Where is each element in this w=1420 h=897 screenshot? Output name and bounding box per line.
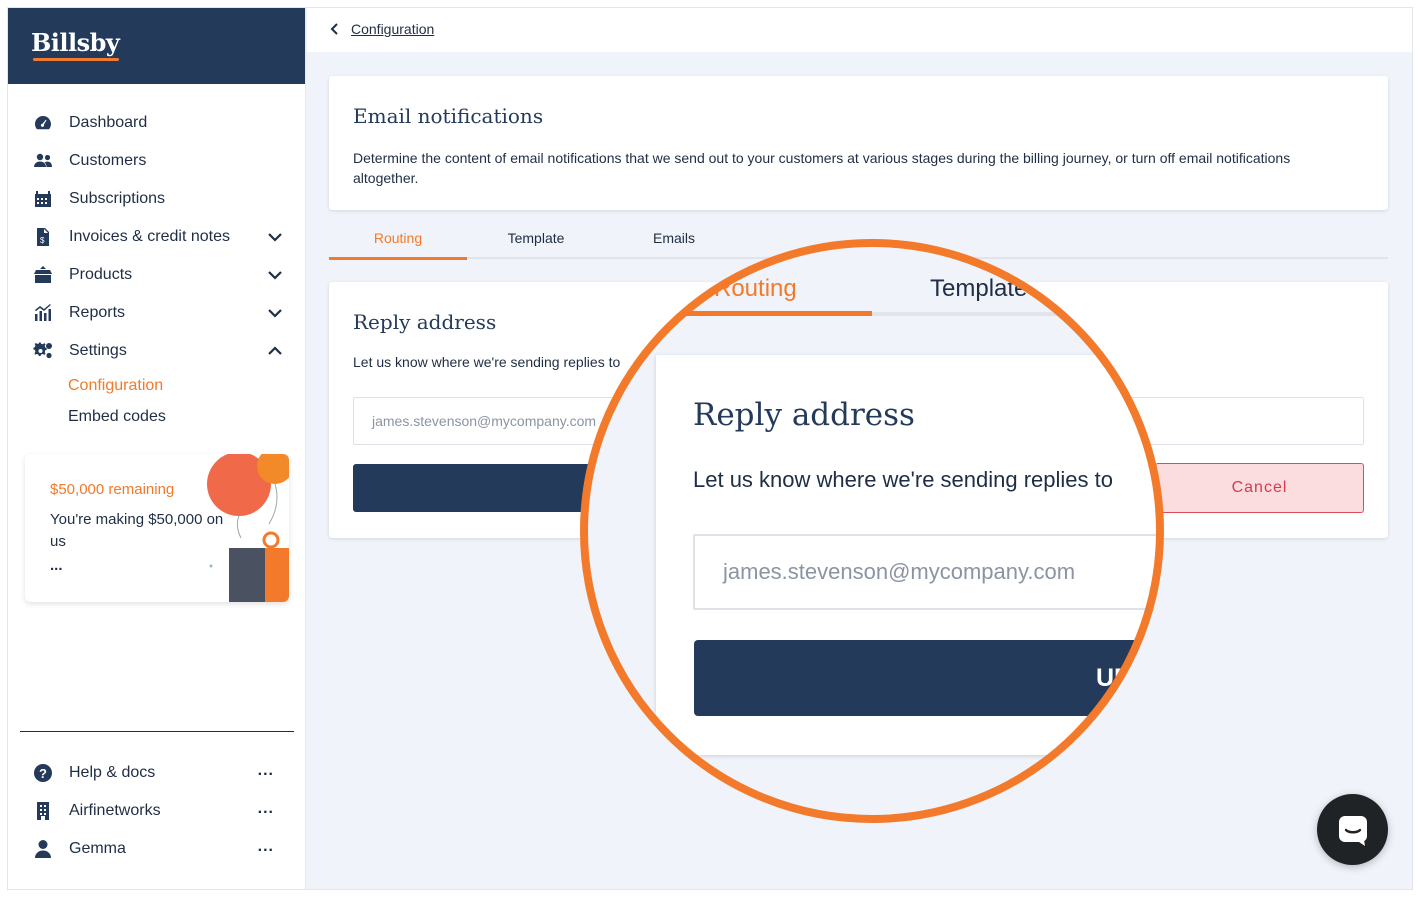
reports-icon <box>32 302 54 324</box>
zoomed-reply-address-input: james.stevenson@mycompany.com <box>693 534 1160 610</box>
section-description: Let us know where we're sending replies … <box>353 354 621 370</box>
svg-text:?: ? <box>39 766 47 781</box>
tab-routing[interactable]: Routing <box>329 230 467 246</box>
sidebar-item-label: Settings <box>69 342 127 359</box>
section-title: Reply address <box>353 310 497 334</box>
sidebar-item-label: Airfinetworks <box>69 802 161 819</box>
zoomed-section-description: Let us know where we're sending replies … <box>693 467 1113 492</box>
promo-card[interactable]: $50,000 remaining You're making $50,000 … <box>25 454 289 602</box>
products-icon <box>32 264 54 286</box>
zoomed-update-button: UP <box>694 640 1160 716</box>
sidebar-item-label: Subscriptions <box>69 190 166 207</box>
sidebar-item-company[interactable]: Airfinetworks ... <box>8 792 306 830</box>
cancel-button[interactable]: Cancel <box>1155 463 1364 513</box>
dashboard-icon <box>32 112 54 134</box>
sidebar-footer: ? Help & docs ... Airfinetworks ... Gemm… <box>8 754 306 868</box>
sidebar-item-label: Dashboard <box>69 114 148 131</box>
more-options-icon[interactable]: ... <box>258 838 274 856</box>
magnifier-lens: Routing Template Reply address Let us kn… <box>584 243 1160 819</box>
calendar-icon <box>32 188 54 210</box>
sidebar-subitem-configuration[interactable]: Configuration <box>8 370 306 401</box>
svg-text:$: $ <box>40 236 45 245</box>
tab-active-indicator <box>329 257 467 260</box>
top-bar: Configuration <box>307 8 1412 52</box>
zoomed-tab-routing: Routing <box>714 275 797 302</box>
zoomed-tab-template: Template <box>930 275 1028 302</box>
breadcrumb[interactable]: Configuration <box>351 21 434 37</box>
app-window: Billsby Dashboard Customers Subscription… <box>8 8 1412 889</box>
building-icon <box>32 800 54 822</box>
chevron-down-icon[interactable] <box>266 228 284 246</box>
sidebar-item-help[interactable]: ? Help & docs ... <box>8 754 306 792</box>
chevron-down-icon[interactable] <box>266 266 284 284</box>
back-link[interactable]: Configuration <box>329 21 434 37</box>
gears-icon <box>32 340 54 362</box>
chat-launcher-button[interactable] <box>1317 794 1388 865</box>
more-options-icon[interactable]: ... <box>258 800 274 818</box>
balloons-gift-illustration <box>207 454 289 602</box>
sidebar-item-settings[interactable]: Settings <box>8 332 306 370</box>
zoomed-tab-active-indicator <box>680 311 872 316</box>
sidebar-item-reports[interactable]: Reports <box>8 294 306 332</box>
zoomed-reply-card: Reply address Let us know where we're se… <box>656 355 1160 755</box>
sidebar-item-products[interactable]: Products <box>8 256 306 294</box>
brand-header: Billsby <box>8 8 305 84</box>
sidebar-item-label: Gemma <box>69 840 126 857</box>
sidebar-item-label: Invoices & credit notes <box>69 228 230 245</box>
help-icon: ? <box>32 762 54 784</box>
chevron-up-icon[interactable] <box>266 342 284 360</box>
sidebar-item-label: Reports <box>69 304 126 321</box>
brand-logo[interactable]: Billsby <box>31 28 120 57</box>
sidebar-item-user[interactable]: Gemma ... <box>8 830 306 868</box>
main-nav: Dashboard Customers Subscriptions $ Invo… <box>8 104 306 432</box>
chevron-down-icon[interactable] <box>266 304 284 322</box>
sidebar-divider <box>20 731 294 732</box>
promo-title: $50,000 remaining <box>50 481 175 498</box>
page-description: Determine the content of email notificat… <box>353 150 1291 186</box>
sidebar-item-subscriptions[interactable]: Subscriptions <box>8 180 306 218</box>
sidebar: Billsby Dashboard Customers Subscription… <box>8 8 306 889</box>
user-icon <box>32 838 54 860</box>
sidebar-item-label: Help & docs <box>69 764 156 781</box>
chat-icon <box>1338 815 1367 846</box>
customers-icon <box>32 150 54 172</box>
sidebar-item-label: Products <box>69 266 133 283</box>
page-title: Email notifications <box>353 104 544 128</box>
sidebar-item-dashboard[interactable]: Dashboard <box>8 104 306 142</box>
chevron-left-icon <box>330 23 338 35</box>
sidebar-item-label: Customers <box>69 152 147 169</box>
email-notifications-card: Email notifications Determine the conten… <box>329 76 1388 210</box>
more-options-icon[interactable]: ... <box>258 762 274 780</box>
sidebar-item-customers[interactable]: Customers <box>8 142 306 180</box>
magnifier-content: Routing Template Reply address Let us kn… <box>584 243 1160 819</box>
sidebar-item-invoices[interactable]: $ Invoices & credit notes <box>8 218 306 256</box>
brand-underline <box>33 58 119 61</box>
promo-more[interactable]: ... <box>50 557 63 574</box>
zoomed-section-title: Reply address <box>693 397 915 433</box>
invoice-icon: $ <box>32 226 54 248</box>
sidebar-subitem-embed-codes[interactable]: Embed codes <box>8 401 306 432</box>
